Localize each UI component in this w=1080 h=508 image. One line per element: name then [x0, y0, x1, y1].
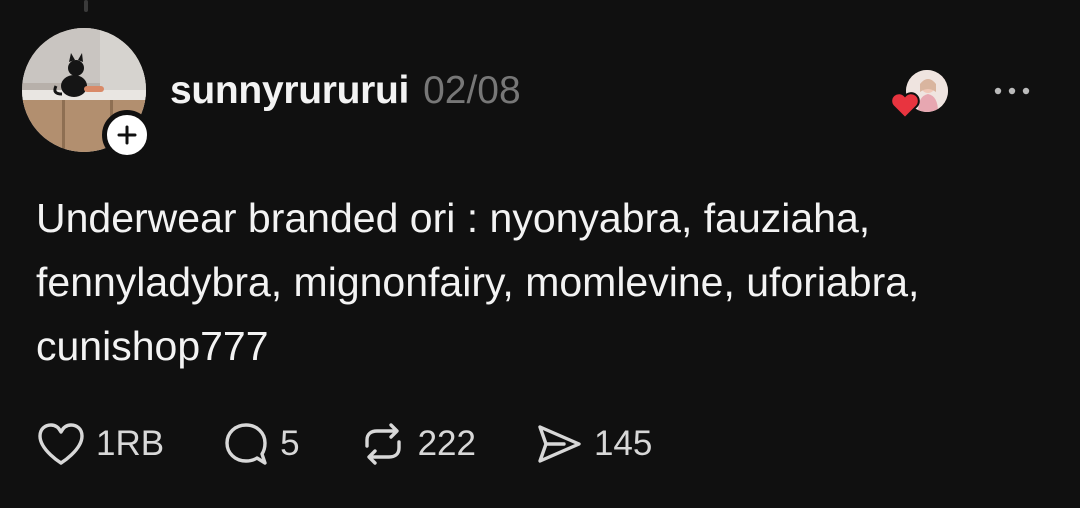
like-button[interactable]: 1RB [36, 421, 164, 467]
like-count: 1RB [96, 424, 165, 463]
repost-count: 222 [417, 424, 476, 463]
more-horizontal-icon [994, 87, 1030, 95]
more-options-button[interactable] [990, 76, 1034, 106]
send-icon [538, 425, 581, 463]
comment-icon [225, 423, 267, 465]
comment-button[interactable]: 5 [222, 420, 300, 468]
post-actions: 1RB 5 222 145 [36, 418, 652, 470]
post-text: Underwear branded ori : nyonyabra, fauzi… [36, 195, 920, 369]
post-timestamp: 02/08 [423, 69, 521, 112]
username[interactable]: sunnyrururui [170, 69, 409, 113]
plus-icon [117, 125, 137, 145]
thread-post: sunnyrururui 02/08 Underwear branded ori… [0, 0, 1080, 508]
repost-button[interactable]: 222 [358, 420, 476, 468]
repost-icon [364, 423, 401, 465]
thread-connector-line [84, 0, 88, 12]
share-button[interactable]: 145 [534, 420, 652, 468]
comment-count: 5 [280, 424, 300, 463]
heart-icon [38, 423, 84, 465]
share-count: 145 [593, 424, 653, 463]
post-header: sunnyrururui 02/08 [170, 66, 521, 116]
follow-button[interactable] [102, 110, 152, 160]
liker-heart-icon [890, 92, 920, 120]
